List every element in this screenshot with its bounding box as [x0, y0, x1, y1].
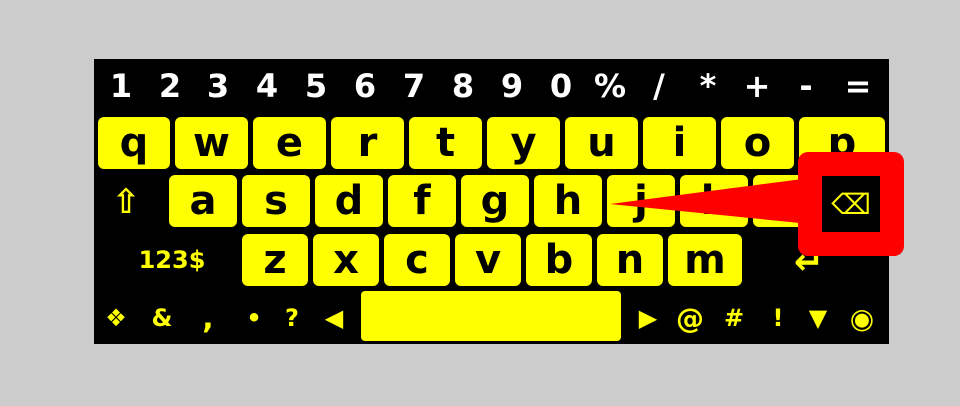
- key-x[interactable]: x: [313, 234, 379, 286]
- onscreen-keyboard: 1 2 3 4 5 6 7 8 9 0 % / * + - = q w e r …: [94, 59, 889, 344]
- backspace-icon[interactable]: ⌫: [822, 176, 880, 232]
- key-k[interactable]: k: [680, 175, 748, 227]
- key-n[interactable]: n: [597, 234, 663, 286]
- key-0[interactable]: 0: [537, 63, 585, 109]
- key-bullet[interactable]: •: [238, 293, 270, 343]
- voice-input-icon[interactable]: ◉: [846, 293, 878, 343]
- hide-keyboard-icon[interactable]: ▼: [802, 293, 834, 343]
- key-z[interactable]: z: [242, 234, 308, 286]
- key-ampersand[interactable]: &: [146, 293, 178, 343]
- key-h[interactable]: h: [534, 175, 602, 227]
- key-q[interactable]: q: [98, 117, 170, 169]
- key-asterisk[interactable]: *: [684, 63, 732, 109]
- key-slash[interactable]: /: [635, 63, 683, 109]
- key-1[interactable]: 1: [97, 63, 145, 109]
- key-7[interactable]: 7: [390, 63, 438, 109]
- key-t[interactable]: t: [409, 117, 482, 169]
- shift-arrow-icon[interactable]: ⇧: [100, 179, 152, 225]
- key-d[interactable]: d: [315, 175, 383, 227]
- key-exclamation[interactable]: !: [762, 293, 794, 343]
- key-equals[interactable]: =: [834, 63, 882, 109]
- key-plus[interactable]: +: [733, 63, 781, 109]
- key-r[interactable]: r: [331, 117, 404, 169]
- key-2[interactable]: 2: [146, 63, 194, 109]
- key-6[interactable]: 6: [341, 63, 389, 109]
- key-m[interactable]: m: [668, 234, 742, 286]
- key-i[interactable]: i: [643, 117, 716, 169]
- key-4[interactable]: 4: [243, 63, 291, 109]
- four-diamond-icon[interactable]: ❖: [100, 293, 132, 343]
- key-f[interactable]: f: [388, 175, 456, 227]
- key-b[interactable]: b: [526, 234, 592, 286]
- key-hash[interactable]: #: [718, 293, 750, 343]
- mode-switch-key[interactable]: 123$: [124, 234, 220, 286]
- key-3[interactable]: 3: [194, 63, 242, 109]
- space-bar[interactable]: [361, 291, 621, 341]
- key-v[interactable]: v: [455, 234, 521, 286]
- cursor-left-icon[interactable]: ◀: [318, 293, 350, 343]
- key-percent[interactable]: %: [586, 63, 634, 109]
- key-comma[interactable]: ,: [192, 293, 224, 343]
- key-y[interactable]: y: [487, 117, 560, 169]
- key-e[interactable]: e: [253, 117, 326, 169]
- key-minus[interactable]: -: [782, 63, 830, 109]
- key-o[interactable]: o: [721, 117, 794, 169]
- key-c[interactable]: c: [384, 234, 450, 286]
- key-8[interactable]: 8: [439, 63, 487, 109]
- key-at[interactable]: @: [674, 293, 706, 343]
- key-g[interactable]: g: [461, 175, 529, 227]
- key-9[interactable]: 9: [488, 63, 536, 109]
- key-s[interactable]: s: [242, 175, 310, 227]
- key-a[interactable]: a: [169, 175, 237, 227]
- number-row: 1 2 3 4 5 6 7 8 9 0 % / * + - =: [94, 63, 889, 109]
- key-j[interactable]: j: [607, 175, 675, 227]
- key-w[interactable]: w: [175, 117, 248, 169]
- cursor-right-icon[interactable]: ▶: [632, 293, 664, 343]
- key-question[interactable]: ?: [276, 293, 308, 343]
- key-u[interactable]: u: [565, 117, 638, 169]
- key-5[interactable]: 5: [292, 63, 340, 109]
